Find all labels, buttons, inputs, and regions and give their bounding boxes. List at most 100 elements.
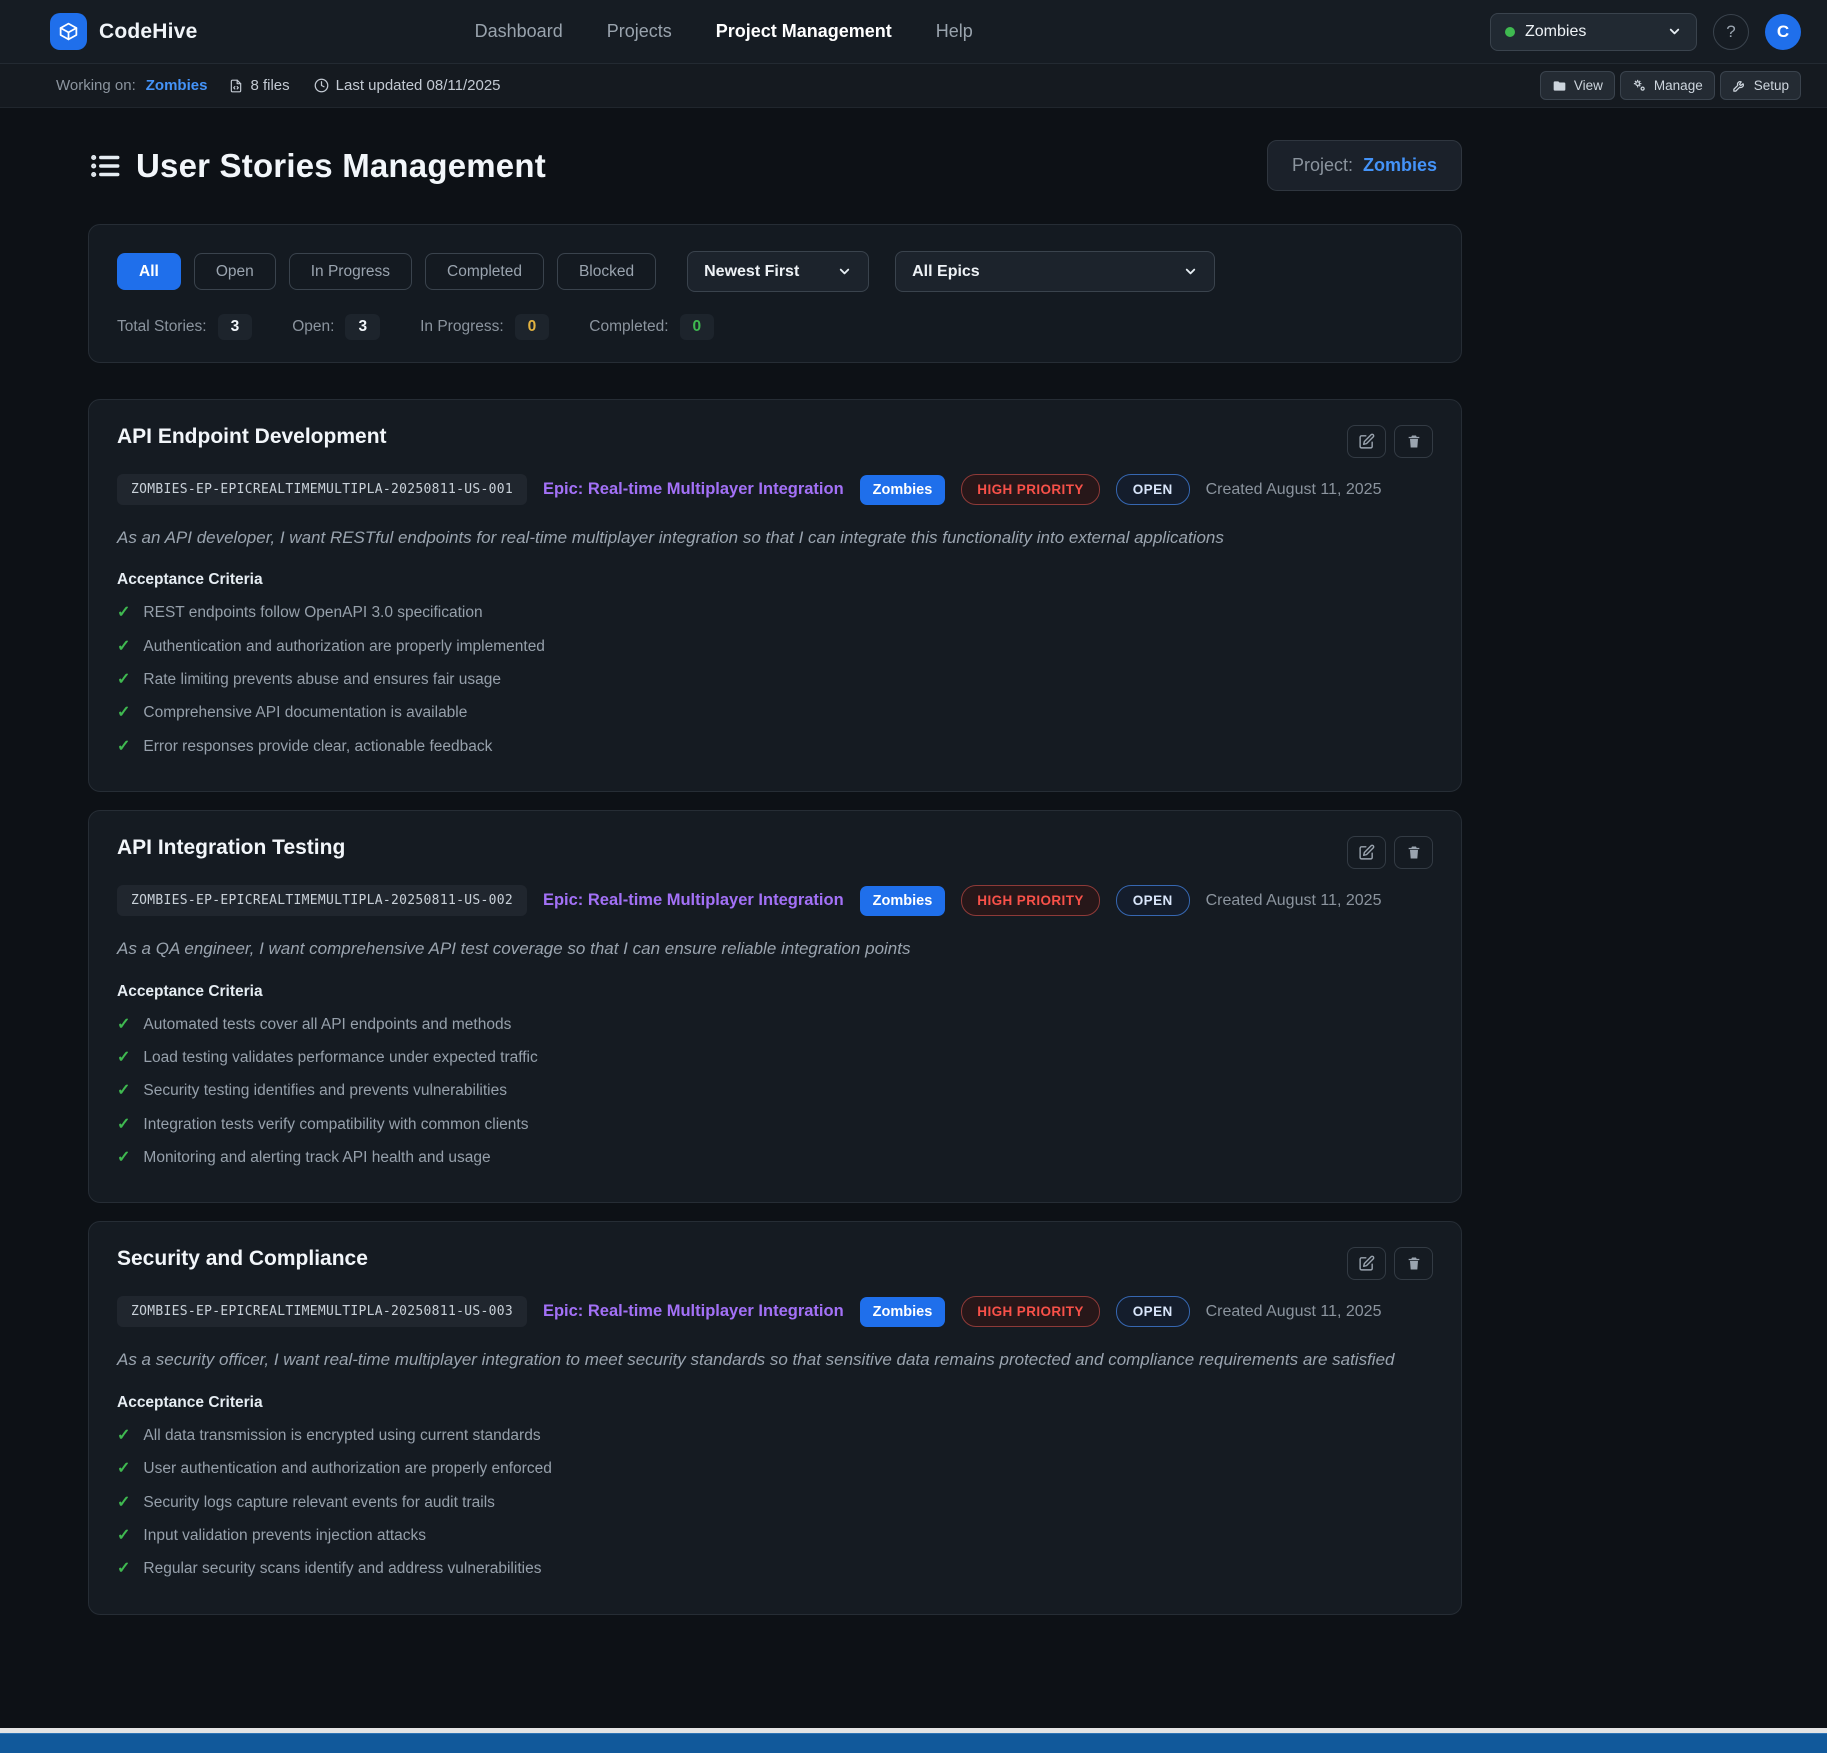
priority-badge: HIGH PRIORITY	[961, 885, 1099, 916]
delete-story-button[interactable]	[1394, 425, 1433, 458]
project-chip-label: Project:	[1292, 155, 1353, 176]
help-button[interactable]: ?	[1713, 14, 1749, 50]
stat-total-stories: Total Stories: 3	[117, 314, 252, 340]
view-button[interactable]: View	[1540, 71, 1615, 100]
criteria-item: ✓ Error responses provide clear, actionab…	[117, 736, 1433, 756]
project-badge[interactable]: Zombies	[860, 886, 946, 916]
delete-story-button[interactable]	[1394, 836, 1433, 869]
story-card: API Integration Testing ZOMBIES-EP-EPICR…	[88, 810, 1462, 1203]
criteria-text: Automated tests cover all API endpoints …	[143, 1015, 511, 1034]
criteria-item: ✓ REST endpoints follow OpenAPI 3.0 speci…	[117, 602, 1433, 622]
filter-tab-all[interactable]: All	[117, 253, 181, 290]
criteria-item: ✓ Load testing validates performance unde…	[117, 1047, 1433, 1067]
epic-filter-select[interactable]: All Epics	[895, 251, 1215, 292]
edit-icon	[1358, 1255, 1375, 1272]
criteria-text: Input validation prevents injection atta…	[143, 1526, 426, 1545]
acceptance-criteria-heading: Acceptance Criteria	[117, 571, 1433, 589]
folder-icon	[1552, 79, 1567, 93]
check-icon: ✓	[117, 736, 130, 756]
delete-story-button[interactable]	[1394, 1247, 1433, 1280]
criteria-text: Comprehensive API documentation is avail…	[143, 703, 467, 722]
project-selector-value: Zombies	[1525, 23, 1657, 41]
project-chip-value[interactable]: Zombies	[1363, 155, 1437, 176]
project-badge[interactable]: Zombies	[860, 1297, 946, 1327]
check-icon: ✓	[117, 1558, 130, 1578]
acceptance-criteria-heading: Acceptance Criteria	[117, 983, 1433, 1001]
epic-link[interactable]: Epic: Real-time Multiplayer Integration	[543, 480, 844, 499]
edit-story-button[interactable]	[1347, 1247, 1386, 1280]
check-icon: ✓	[117, 1047, 130, 1067]
check-icon: ✓	[117, 1525, 130, 1545]
nav-link-help[interactable]: Help	[936, 21, 973, 42]
trash-icon	[1406, 844, 1422, 861]
story-id-badge: ZOMBIES-EP-EPICREALTIMEMULTIPLA-20250811…	[117, 474, 527, 505]
epic-link[interactable]: Epic: Real-time Multiplayer Integration	[543, 891, 844, 910]
acceptance-criteria-list: ✓ Automated tests cover all API endpoints…	[117, 1014, 1433, 1168]
manage-button[interactable]: Manage	[1620, 71, 1715, 100]
criteria-text: Error responses provide clear, actionabl…	[143, 737, 492, 756]
acceptance-criteria-list: ✓ REST endpoints follow OpenAPI 3.0 speci…	[117, 602, 1433, 756]
check-icon: ✓	[117, 636, 130, 656]
criteria-text: REST endpoints follow OpenAPI 3.0 specif…	[143, 603, 482, 622]
criteria-item: ✓Security testing identifies and prevent…	[117, 1080, 1433, 1100]
story-description: As an API developer, I want RESTful endp…	[117, 525, 1433, 551]
criteria-text: Load testing validates performance under…	[143, 1048, 537, 1067]
stat-completed: Completed: 0	[589, 314, 714, 340]
status-badge: OPEN	[1116, 885, 1190, 916]
check-icon: ✓	[117, 1492, 130, 1512]
project-chip: Project: Zombies	[1267, 140, 1462, 191]
priority-badge: HIGH PRIORITY	[961, 474, 1099, 505]
edit-story-button[interactable]	[1347, 425, 1386, 458]
nav-link-projects[interactable]: Projects	[607, 21, 672, 42]
check-icon: ✓	[117, 669, 130, 689]
edit-story-button[interactable]	[1347, 836, 1386, 869]
epic-filter-value: All Epics	[912, 263, 980, 281]
nav-link-project-management[interactable]: Project Management	[716, 21, 892, 42]
window-bottom-edge	[0, 1728, 1827, 1753]
criteria-item: ✓ Authentication and authorization are pr…	[117, 636, 1433, 656]
check-icon: ✓	[117, 1080, 130, 1100]
check-icon: ✓	[117, 602, 130, 622]
stat-in-progress-label: In Progress:	[420, 318, 504, 336]
criteria-text: All data transmission is encrypted using…	[143, 1426, 540, 1445]
last-updated-meta: Last updated 08/11/2025	[314, 77, 501, 94]
filter-tab-blocked[interactable]: Blocked	[557, 253, 656, 290]
sort-select[interactable]: Newest First	[687, 251, 869, 292]
epic-link[interactable]: Epic: Real-time Multiplayer Integration	[543, 1302, 844, 1321]
clock-icon	[314, 78, 329, 93]
criteria-text: Security logs capture relevant events fo…	[143, 1493, 495, 1512]
edit-icon	[1358, 433, 1375, 450]
created-date: Created August 11, 2025	[1206, 481, 1382, 499]
nav-link-dashboard[interactable]: Dashboard	[475, 21, 563, 42]
check-icon: ✓	[117, 1147, 130, 1167]
project-selector[interactable]: Zombies	[1490, 13, 1697, 51]
story-description: As a QA engineer, I want comprehensive A…	[117, 936, 1433, 962]
filter-tab-open[interactable]: Open	[194, 253, 276, 290]
priority-badge: HIGH PRIORITY	[961, 1296, 1099, 1327]
working-on-project-link[interactable]: Zombies	[146, 77, 208, 94]
manage-button-label: Manage	[1654, 78, 1703, 93]
created-date: Created August 11, 2025	[1206, 892, 1382, 910]
stat-open-value: 3	[345, 314, 380, 340]
brand-name: CodeHive	[99, 20, 197, 44]
criteria-item: ✓Integration tests verify compatibility …	[117, 1114, 1433, 1134]
criteria-item: ✓ Security logs capture relevant events f…	[117, 1492, 1433, 1512]
stat-open-label: Open:	[292, 318, 334, 336]
story-title: API Endpoint Development	[117, 425, 387, 449]
criteria-text: Authentication and authorization are pro…	[143, 637, 545, 656]
setup-button[interactable]: Setup	[1720, 71, 1801, 100]
project-badge[interactable]: Zombies	[860, 475, 946, 505]
criteria-item: ✓User authentication and authorization a…	[117, 1458, 1433, 1478]
check-icon: ✓	[117, 1114, 130, 1134]
filter-tab-completed[interactable]: Completed	[425, 253, 544, 290]
working-on-label: Working on:	[56, 77, 136, 94]
check-icon: ✓	[117, 1014, 130, 1034]
nav-right-cluster: Zombies ? C	[1490, 13, 1801, 51]
last-updated-text: Last updated 08/11/2025	[336, 77, 501, 94]
avatar[interactable]: C	[1765, 14, 1801, 50]
filter-tab-in-progress[interactable]: In Progress	[289, 253, 412, 290]
criteria-text: Monitoring and alerting track API health…	[143, 1148, 490, 1167]
stats-row: Total Stories: 3 Open: 3 In Progress: 0 …	[117, 314, 1433, 340]
stat-in-progress: In Progress: 0	[420, 314, 549, 340]
subheader-actions: View Manage Setup	[1540, 71, 1801, 100]
